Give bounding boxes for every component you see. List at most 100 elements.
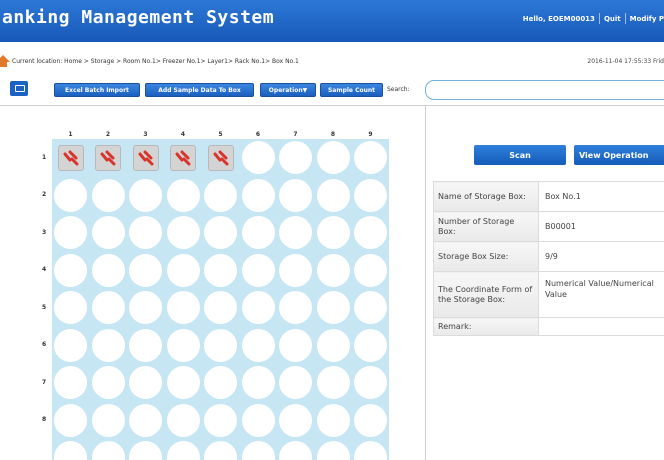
box-slot-empty[interactable] xyxy=(354,366,387,399)
box-slot-empty[interactable] xyxy=(316,253,350,287)
box-slot-empty[interactable] xyxy=(204,178,237,212)
box-slot-empty[interactable] xyxy=(354,253,387,287)
box-slot-empty[interactable] xyxy=(279,366,312,399)
box-slot-empty[interactable] xyxy=(316,291,350,324)
box-slot-filled[interactable] xyxy=(207,144,234,171)
sample-count-button[interactable]: Sample Count xyxy=(320,83,383,97)
box-slot-empty[interactable] xyxy=(279,141,312,174)
box-slot-empty[interactable] xyxy=(354,441,387,460)
box-slot-empty[interactable] xyxy=(241,366,275,399)
box-slot-empty[interactable] xyxy=(279,178,312,212)
home-icon xyxy=(0,55,10,67)
box-slot-empty[interactable] xyxy=(316,366,350,399)
box-slot-empty[interactable] xyxy=(241,141,275,174)
quit-link[interactable]: Quit xyxy=(604,15,621,23)
row-label: 1 xyxy=(42,153,47,161)
box-slot-empty[interactable] xyxy=(279,441,312,460)
box-slot-filled[interactable] xyxy=(170,144,196,171)
menu-separator xyxy=(624,13,626,24)
box-slot-empty[interactable] xyxy=(241,216,275,249)
box-slot-filled[interactable] xyxy=(132,144,159,171)
operation-dropdown-button[interactable]: Operation▼ xyxy=(260,83,316,97)
box-slot-empty[interactable] xyxy=(204,253,237,287)
box-slot-empty[interactable] xyxy=(129,178,162,212)
box-slot-empty[interactable] xyxy=(54,291,87,324)
scan-button[interactable]: Scan xyxy=(474,145,566,165)
box-slot-filled[interactable] xyxy=(95,144,121,171)
box-slot-empty[interactable] xyxy=(204,403,237,437)
excel-batch-import-button[interactable]: Excel Batch Import xyxy=(54,83,140,97)
box-slot-empty[interactable] xyxy=(279,403,312,437)
box-slot-empty[interactable] xyxy=(279,328,312,362)
box-slot-empty[interactable] xyxy=(166,216,200,249)
box-slot-filled[interactable] xyxy=(57,144,84,171)
box-slot-empty[interactable] xyxy=(91,328,125,362)
box-slot-empty[interactable] xyxy=(241,253,275,287)
box-slot-empty[interactable] xyxy=(241,178,275,212)
box-slot-empty[interactable] xyxy=(166,291,200,324)
box-slot-empty[interactable] xyxy=(166,328,200,362)
box-slot-empty[interactable] xyxy=(54,178,87,212)
box-slot-empty[interactable] xyxy=(354,403,387,437)
info-value: B00001 xyxy=(538,211,664,242)
box-slot-empty[interactable] xyxy=(54,253,87,287)
box-slot-empty[interactable] xyxy=(204,291,237,324)
box-slot-empty[interactable] xyxy=(91,441,125,460)
box-slot-empty[interactable] xyxy=(279,291,312,324)
box-slot-empty[interactable] xyxy=(91,291,125,324)
box-slot-empty[interactable] xyxy=(316,403,350,437)
box-slot-empty[interactable] xyxy=(241,441,275,460)
box-slot-empty[interactable] xyxy=(241,291,275,324)
box-slot-empty[interactable] xyxy=(54,366,87,399)
box-slot-empty[interactable] xyxy=(316,216,350,249)
info-value: 9/9 xyxy=(538,241,664,272)
box-slot-empty[interactable] xyxy=(241,328,275,362)
box-slot-empty[interactable] xyxy=(54,403,87,437)
box-slot-empty[interactable] xyxy=(354,178,387,212)
box-slot-empty[interactable] xyxy=(354,141,387,174)
box-slot-empty[interactable] xyxy=(354,291,387,324)
box-slot-empty[interactable] xyxy=(129,441,162,460)
box-slot-empty[interactable] xyxy=(241,403,275,437)
box-slot-empty[interactable] xyxy=(129,328,162,362)
box-slot-empty[interactable] xyxy=(54,328,87,362)
box-slot-empty[interactable] xyxy=(316,441,350,460)
box-slot-empty[interactable] xyxy=(204,216,237,249)
info-row-number: Number of Storage Box: B00001 xyxy=(433,211,664,242)
box-slot-empty[interactable] xyxy=(316,178,350,212)
box-slot-empty[interactable] xyxy=(279,216,312,249)
box-slot-empty[interactable] xyxy=(166,253,200,287)
box-slot-empty[interactable] xyxy=(279,253,312,287)
box-slot-empty[interactable] xyxy=(166,441,200,460)
column-label: 2 xyxy=(105,131,111,138)
box-slot-empty[interactable] xyxy=(354,216,387,249)
box-slot-empty[interactable] xyxy=(129,216,162,249)
box-slot-empty[interactable] xyxy=(91,366,125,399)
box-slot-empty[interactable] xyxy=(129,253,162,287)
box-slot-empty[interactable] xyxy=(54,441,87,460)
box-slot-empty[interactable] xyxy=(91,216,125,249)
box-slot-empty[interactable] xyxy=(166,178,200,212)
box-slot-empty[interactable] xyxy=(166,403,200,437)
box-slot-empty[interactable] xyxy=(354,328,387,362)
search-input[interactable] xyxy=(425,80,664,100)
box-slot-empty[interactable] xyxy=(54,216,87,249)
box-slot-empty[interactable] xyxy=(91,253,125,287)
box-slot-empty[interactable] xyxy=(166,366,200,399)
box-slot-empty[interactable] xyxy=(204,441,237,460)
view-operation-button[interactable]: View Operation xyxy=(574,145,664,165)
box-slot-empty[interactable] xyxy=(316,141,350,174)
info-row-remark: Remark: xyxy=(433,317,664,336)
box-slot-empty[interactable] xyxy=(91,403,125,437)
box-slot-empty[interactable] xyxy=(91,178,125,212)
box-slot-empty[interactable] xyxy=(129,291,162,324)
box-slot-empty[interactable] xyxy=(204,328,237,362)
box-slot-empty[interactable] xyxy=(316,328,350,362)
toolbar-menu-icon[interactable] xyxy=(10,81,28,96)
info-label: Number of Storage Box: xyxy=(433,211,539,242)
box-slot-empty[interactable] xyxy=(129,403,162,437)
box-slot-empty[interactable] xyxy=(129,366,162,399)
modify-password-link[interactable]: Modify P xyxy=(630,15,664,23)
add-sample-data-button[interactable]: Add Sample Data To Box xyxy=(145,83,254,97)
box-slot-empty[interactable] xyxy=(204,366,237,399)
